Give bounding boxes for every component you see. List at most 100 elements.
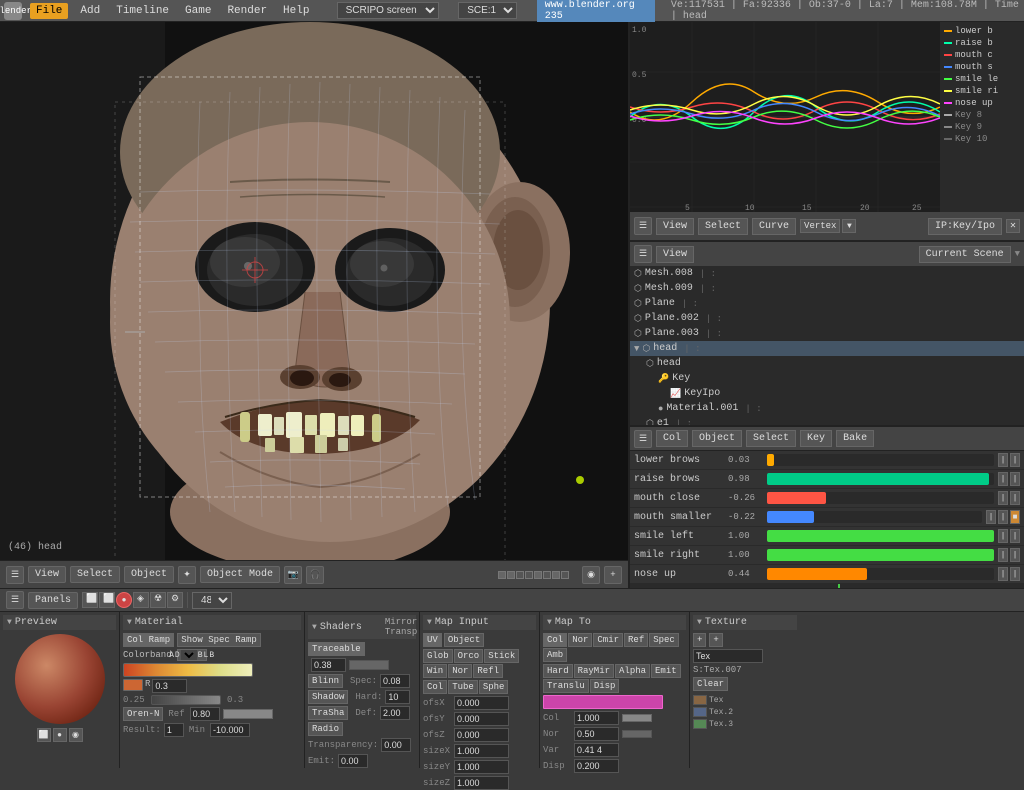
panels-icon5[interactable]: ⚙ bbox=[167, 592, 183, 608]
blender-tab[interactable]: www.blender.org 235 bbox=[537, 0, 655, 24]
preview-btn3[interactable]: ◉ bbox=[69, 728, 83, 742]
tex-add-btn2[interactable]: + bbox=[709, 633, 722, 647]
sk-smile-left-ctrl2[interactable]: | bbox=[1010, 529, 1020, 543]
sk-raise-brows[interactable]: raise brows 0.98 | | bbox=[630, 470, 1024, 489]
mat-result-field[interactable] bbox=[164, 723, 184, 737]
mat-slider[interactable] bbox=[151, 695, 221, 705]
orco-btn[interactable]: Orco bbox=[454, 649, 484, 663]
show-spec-btn[interactable]: Show Spec Ramp bbox=[177, 633, 261, 647]
scene-selector[interactable]: SCE:1 bbox=[458, 2, 517, 19]
panels-icon3[interactable]: ◈ bbox=[133, 592, 149, 608]
shaders-oren-field[interactable] bbox=[311, 658, 346, 672]
to-alpha-btn[interactable]: Alpha bbox=[615, 664, 650, 678]
color-r-field[interactable] bbox=[152, 679, 187, 693]
sizex-field[interactable] bbox=[454, 744, 509, 758]
sk-smile-left-ctrl1[interactable]: | bbox=[998, 529, 1008, 543]
outliner-keyipo[interactable]: 📈 KeyIpo bbox=[666, 386, 1024, 401]
sk-smile-right[interactable]: smile right 1.00 | | bbox=[630, 546, 1024, 565]
sk-mouth-smaller-ctrl2[interactable]: | bbox=[998, 510, 1008, 524]
object-btn[interactable]: Object bbox=[444, 633, 484, 647]
graph-curve-btn[interactable]: Curve bbox=[752, 218, 796, 235]
sk-col-btn[interactable]: Col bbox=[656, 430, 688, 447]
to-disp-btn[interactable]: Disp bbox=[590, 679, 620, 693]
to-hard-btn[interactable]: Hard bbox=[543, 664, 573, 678]
to-emit-btn[interactable]: Emit bbox=[651, 664, 681, 678]
stick-btn[interactable]: Stick bbox=[484, 649, 519, 663]
sizey-field[interactable] bbox=[454, 760, 509, 774]
panels-icon4[interactable]: ☢ bbox=[150, 592, 166, 608]
sk-key-btn[interactable]: Key bbox=[800, 430, 832, 447]
radio-btn[interactable]: Radio bbox=[308, 722, 343, 736]
viewport-3d[interactable]: (46) head ☰ View Select Object ✦ Object … bbox=[0, 22, 630, 588]
outliner-mesh009[interactable]: ⬡ Mesh.009 | : bbox=[630, 281, 1024, 296]
sk-mouth-smaller-keyframe[interactable]: ■ bbox=[1010, 510, 1020, 524]
viewport-extra-icon[interactable]: ◉ bbox=[582, 566, 600, 584]
shaders-spec-field[interactable] bbox=[380, 674, 410, 688]
ipo-type-btn[interactable]: IP:Key/Ipo bbox=[928, 218, 1002, 235]
sk-lower-brows-ctrl2[interactable]: | bbox=[1010, 453, 1020, 467]
panels-btn[interactable]: Panels bbox=[28, 592, 78, 609]
viewport-plus-icon[interactable]: + bbox=[604, 566, 622, 584]
sk-nose-up-ctrl2[interactable]: | bbox=[1010, 567, 1020, 581]
shaders-transparency-field[interactable] bbox=[381, 738, 411, 752]
mat-ref-field[interactable] bbox=[190, 707, 220, 721]
sk-smile-left[interactable]: smile left 1.00 | | bbox=[630, 527, 1024, 546]
graph-view-btn[interactable]: View bbox=[656, 218, 694, 235]
graph-menu-icon[interactable]: ☰ bbox=[634, 217, 652, 235]
glob-btn[interactable]: Glob bbox=[423, 649, 453, 663]
sk-lower-brows[interactable]: lower brows 0.03 | | bbox=[630, 451, 1024, 470]
viewport-menu-icon[interactable]: ☰ bbox=[6, 566, 24, 584]
graph-close-icon[interactable]: ✕ bbox=[1006, 219, 1020, 233]
sk-mouth-close-ctrl2[interactable]: | bbox=[1010, 491, 1020, 505]
to-disp-field[interactable] bbox=[574, 759, 619, 773]
sk-raise-brows-ctrl2[interactable]: | bbox=[1010, 472, 1020, 486]
tube-btn[interactable]: Tube bbox=[448, 680, 478, 694]
ofsx-field[interactable] bbox=[454, 696, 509, 710]
outliner-key[interactable]: 🔑 Key bbox=[654, 371, 1024, 386]
vertex-type-btn[interactable]: Vertex bbox=[800, 219, 840, 233]
outliner-mesh008[interactable]: ⬡ Mesh.008 | : bbox=[630, 266, 1024, 281]
menu-file[interactable]: File bbox=[30, 3, 68, 19]
mat-min-field[interactable] bbox=[210, 723, 250, 737]
viewport-mode-btn[interactable]: Object Mode bbox=[200, 566, 280, 583]
sk-nose-up-ctrl1[interactable]: | bbox=[998, 567, 1008, 581]
to-amb-btn[interactable]: Amb bbox=[543, 648, 567, 662]
sk-smile-right-ctrl2[interactable]: | bbox=[1010, 548, 1020, 562]
viewport-cam-icon[interactable]: 📷 bbox=[284, 566, 302, 584]
to-var-field[interactable] bbox=[574, 743, 619, 757]
to-cmir-btn[interactable]: Cmir bbox=[593, 633, 623, 647]
outliner-plane002[interactable]: ⬡ Plane.002 | : bbox=[630, 311, 1024, 326]
to-ref-btn[interactable]: Ref bbox=[624, 633, 648, 647]
to-col-btn[interactable]: Col bbox=[543, 633, 567, 647]
menu-game[interactable]: Game bbox=[181, 3, 215, 19]
refl-btn[interactable]: Refl bbox=[473, 664, 503, 678]
col-ramp-btn[interactable]: Col Ramp bbox=[123, 633, 174, 647]
outliner-plane[interactable]: ⬡ Plane | : bbox=[630, 296, 1024, 311]
sk-raise-brows-ctrl1[interactable]: | bbox=[998, 472, 1008, 486]
sk-mouth-close-ctrl1[interactable]: | bbox=[998, 491, 1008, 505]
colorband-type[interactable]: L bbox=[181, 650, 197, 660]
tex-slot-2[interactable]: Tex.2 bbox=[693, 707, 797, 717]
panels-icon2[interactable]: ⬜ bbox=[99, 592, 115, 608]
sk-bake-btn[interactable]: Bake bbox=[836, 430, 874, 447]
outliner-view-btn[interactable]: View bbox=[656, 246, 694, 263]
sk-select-btn[interactable]: Select bbox=[746, 430, 796, 447]
traceable-btn[interactable]: Traceable bbox=[308, 642, 365, 656]
graph-select-btn[interactable]: Select bbox=[698, 218, 748, 235]
shaders-def-field[interactable] bbox=[380, 706, 410, 720]
shaders-hard-field[interactable] bbox=[385, 690, 410, 704]
to-raymir-btn[interactable]: RayMir bbox=[574, 664, 614, 678]
panels-icon1[interactable]: ⬜ bbox=[82, 592, 98, 608]
viewport-cursor-icon[interactable]: ✦ bbox=[178, 566, 196, 584]
sk-mouth-close[interactable]: mouth close -0.26 | | bbox=[630, 489, 1024, 508]
panels-dot-icon[interactable]: ● bbox=[116, 592, 132, 608]
menu-render[interactable]: Render bbox=[223, 3, 271, 19]
oren-n-btn[interactable]: Oren-N bbox=[123, 707, 163, 721]
sphe-btn[interactable]: Sphe bbox=[479, 680, 509, 694]
col-btn[interactable]: Col bbox=[423, 680, 447, 694]
to-nor-field[interactable] bbox=[574, 727, 619, 741]
tex-add-btn1[interactable]: + bbox=[693, 633, 706, 647]
outliner-e1[interactable]: ⬡ e1 | : bbox=[642, 416, 1024, 427]
shaders-emit-field[interactable] bbox=[338, 754, 368, 768]
sizez-field[interactable] bbox=[454, 776, 509, 790]
